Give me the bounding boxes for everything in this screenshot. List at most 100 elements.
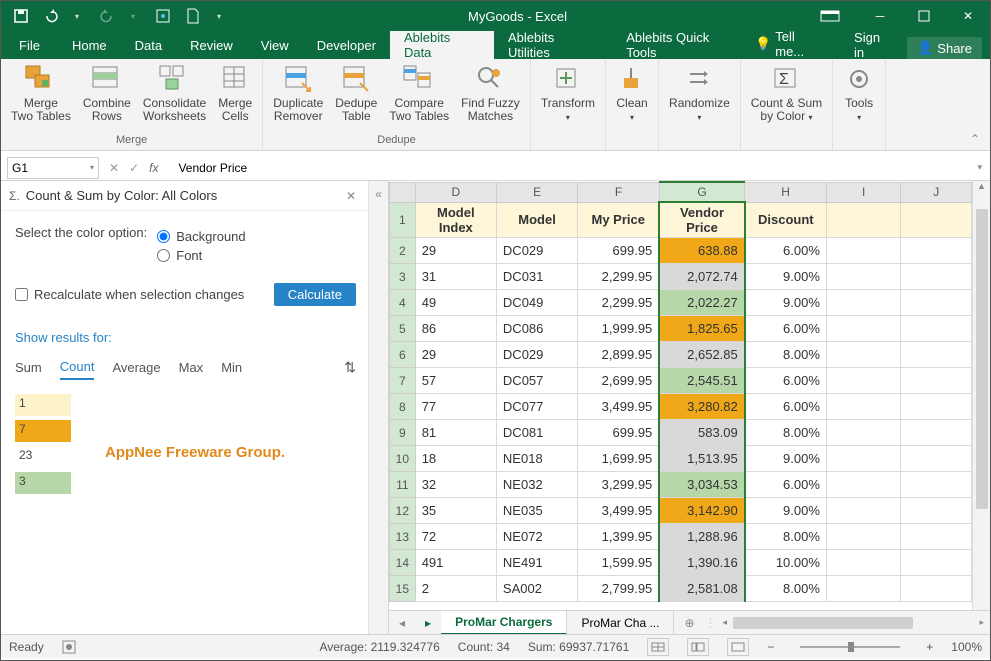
vertical-scrollbar[interactable]: ▲ [972,181,990,610]
table-row[interactable]: 12 35 NE035 3,499.95 3,142.90 9.00% [390,498,972,524]
group-merge-label: Merge [5,134,258,150]
zoom-out-icon[interactable]: − [767,640,774,654]
new-sheet-icon[interactable]: ⊕ [674,616,704,630]
duplicate-remover-button[interactable]: Duplicate Remover [267,61,329,134]
tools-button[interactable]: Tools▾ [837,61,881,134]
tab-ablebits-utilities[interactable]: Ablebits Utilities [494,31,612,59]
status-average: Average: 2119.324776 [319,640,439,654]
randomize-button[interactable]: Randomize▾ [663,61,736,134]
clean-button[interactable]: Clean▾ [610,61,654,134]
merge-two-tables-button[interactable]: Merge Two Tables [5,61,77,134]
tab-ablebits-quick[interactable]: Ablebits Quick Tools [612,31,755,59]
table-row[interactable]: 10 18 NE018 1,699.95 1,513.95 9.00% [390,446,972,472]
table-row[interactable]: 14 491 NE491 1,599.95 1,390.16 10.00% [390,550,972,576]
tab-developer[interactable]: Developer [303,31,390,59]
undo-icon[interactable] [37,3,65,29]
tell-me[interactable]: 💡Tell me... [755,29,840,59]
tab-review[interactable]: Review [176,31,247,59]
count-sum-by-color-button[interactable]: ΣCount & Sum by Color ▾ [745,61,828,134]
maximize-icon[interactable] [902,1,946,31]
sort-icon[interactable]: ⇅ [344,359,356,380]
stat-sum[interactable]: Sum [15,360,42,379]
pane-gutter[interactable]: « [368,181,388,634]
window-title: MyGoods - Excel [233,9,802,24]
transform-button[interactable]: Transform▾ [535,61,601,134]
table-row[interactable]: 11 32 NE032 3,299.95 3,034.53 6.00% [390,472,972,498]
sheet-tab-other[interactable]: ProMar Cha ... [567,611,674,635]
ribbon-display-icon[interactable] [802,10,858,22]
table-row[interactable]: 2 29 DC029 699.95 638.88 6.00% [390,238,972,264]
option-font[interactable]: Font [157,248,245,263]
tab-data[interactable]: Data [121,31,176,59]
tab-file[interactable]: File [1,31,58,59]
status-bar: Ready Average: 2119.324776 Count: 34 Sum… [1,634,990,658]
combine-rows-button[interactable]: Combine Rows [77,61,137,134]
consolidate-button[interactable]: Consolidate Worksheets [137,61,212,134]
stat-average[interactable]: Average [112,360,160,379]
table-row[interactable]: 9 81 DC081 699.95 583.09 8.00% [390,420,972,446]
table-row[interactable]: 7 57 DC057 2,699.95 2,545.51 6.00% [390,368,972,394]
sheet-nav-prev[interactable]: ◂ [389,616,415,630]
recalculate-checkbox[interactable]: Recalculate when selection changes [15,287,244,302]
macro-record-icon[interactable] [62,640,76,654]
pane-title: Count & Sum by Color: All Colors [26,188,342,203]
zoom-in-icon[interactable]: + [926,640,933,654]
new-file-icon[interactable] [179,3,207,29]
task-pane: Σ. Count & Sum by Color: All Colors ✕ Se… [1,181,389,634]
expand-formula-icon[interactable]: ▾ [969,162,990,173]
cancel-formula-icon[interactable]: ✕ [109,161,119,175]
calculate-button[interactable]: Calculate [274,283,356,306]
table-row[interactable]: 8 77 DC077 3,499.95 3,280.82 6.00% [390,394,972,420]
save-icon[interactable] [7,3,35,29]
formula-input[interactable]: Vendor Price [168,161,969,175]
title-bar: ▾ ▾ ▾ MyGoods - Excel ─ ✕ [1,1,990,31]
bulb-icon: 💡 [755,36,771,52]
color-swatch-row[interactable]: 7 [15,420,356,442]
table-row[interactable]: 4 49 DC049 2,299.95 2,022.27 9.00% [390,290,972,316]
accept-formula-icon[interactable]: ✓ [129,161,139,175]
sheet-nav-next[interactable]: ▸ [415,616,441,630]
spreadsheet-grid[interactable]: DEFGHIJ 1 Model Index Model My Price Ven… [389,181,972,602]
stat-max[interactable]: Max [179,360,204,379]
show-results-label: Show results for: [15,330,356,345]
group-dedupe-label: Dedupe [267,134,526,150]
touch-mode-icon[interactable] [149,3,177,29]
sigma-icon: Σ. [9,189,20,203]
table-row[interactable]: 13 72 NE072 1,399.95 1,288.96 8.00% [390,524,972,550]
status-ready: Ready [9,640,44,654]
table-row[interactable]: 15 2 SA002 2,799.95 2,581.08 8.00% [390,576,972,602]
sign-in[interactable]: Sign in [840,31,907,59]
quick-access-toolbar: ▾ ▾ ▾ [1,3,233,29]
color-swatch-row[interactable]: 1 [15,394,356,416]
close-pane-icon[interactable]: ✕ [342,189,360,203]
table-row[interactable]: 3 31 DC031 2,299.95 2,072.74 9.00% [390,264,972,290]
share-button[interactable]: 👤Share [907,37,982,59]
color-option-label: Select the color option: [15,225,147,240]
table-row[interactable]: 6 29 DC029 2,899.95 2,652.85 8.00% [390,342,972,368]
redo-icon[interactable] [93,3,121,29]
fuzzy-matches-button[interactable]: Find Fuzzy Matches [455,61,526,134]
fx-icon[interactable]: fx [149,161,158,175]
view-normal-icon[interactable] [647,638,669,656]
close-icon[interactable]: ✕ [946,1,990,31]
view-page-break-icon[interactable] [727,638,749,656]
ribbon-tabs: File Home Data Review View Developer Abl… [1,31,990,59]
sheet-tab-active[interactable]: ProMar Chargers [441,611,567,635]
tab-ablebits-data[interactable]: Ablebits Data [390,31,494,59]
tab-view[interactable]: View [247,31,303,59]
zoom-slider[interactable] [800,646,900,648]
stat-count[interactable]: Count [60,359,95,380]
dedupe-table-button[interactable]: Dedupe Table [329,61,383,134]
compare-tables-button[interactable]: Compare Two Tables [383,61,455,134]
option-background[interactable]: Background [157,229,245,244]
minimize-icon[interactable]: ─ [858,1,902,31]
merge-cells-button[interactable]: Merge Cells [212,61,258,134]
horizontal-scrollbar[interactable]: ◂▸ [717,617,990,629]
table-row[interactable]: 5 86 DC086 1,999.95 1,825.65 6.00% [390,316,972,342]
collapse-ribbon-icon[interactable]: ⌃ [960,59,990,150]
view-page-layout-icon[interactable] [687,638,709,656]
name-box[interactable]: G1▾ [7,157,99,179]
stat-min[interactable]: Min [221,360,242,379]
color-swatch-row[interactable]: 3 [15,472,356,494]
tab-home[interactable]: Home [58,31,121,59]
